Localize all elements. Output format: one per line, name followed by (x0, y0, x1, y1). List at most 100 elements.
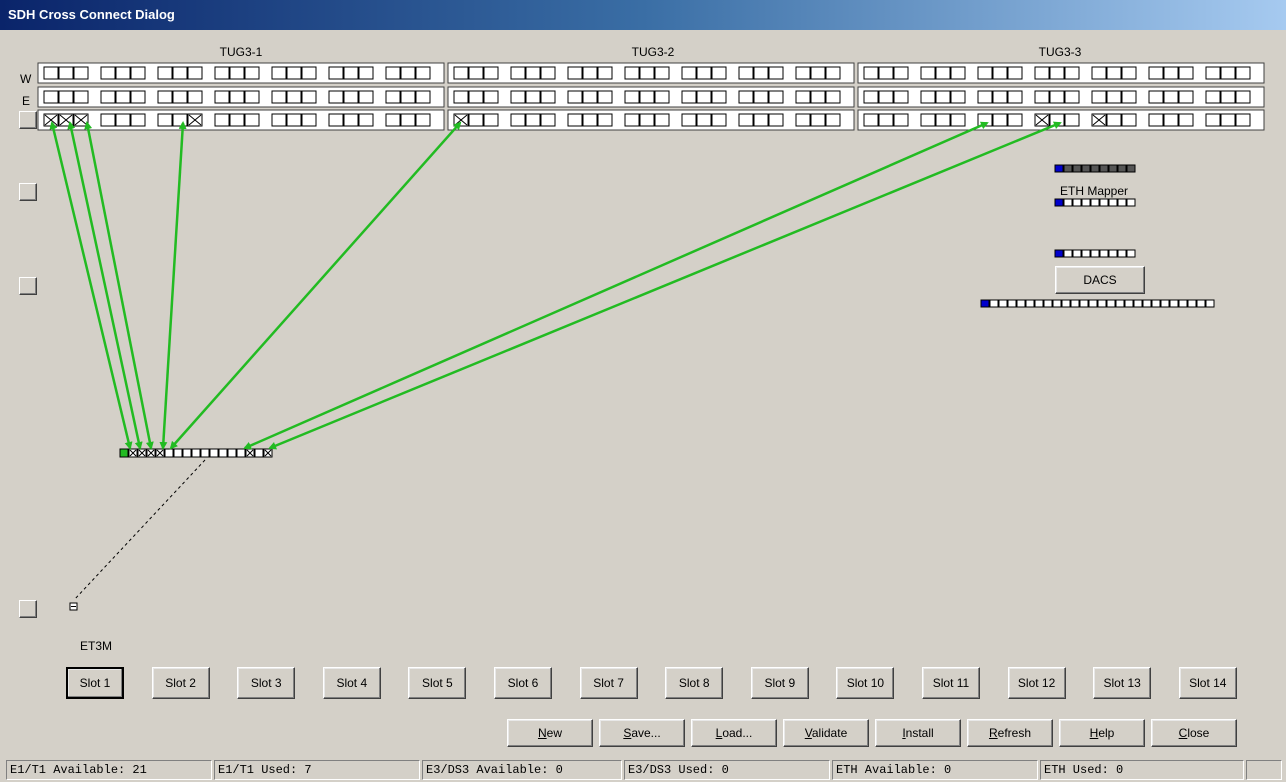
timeslot[interactable] (73, 66, 89, 80)
slot-button-7[interactable]: Slot 7 (579, 667, 638, 699)
timeslot[interactable] (597, 90, 613, 104)
timeslot[interactable] (400, 113, 416, 127)
timeslot[interactable] (920, 113, 936, 127)
cross-connection-arrow[interactable] (243, 121, 989, 450)
eth-mapper-port[interactable] (1117, 164, 1127, 173)
timeslot[interactable] (1034, 66, 1050, 80)
timeslot[interactable] (468, 90, 484, 104)
timeslot[interactable] (343, 90, 359, 104)
eth-mapper-port[interactable] (1072, 198, 1082, 207)
timeslot[interactable] (43, 90, 59, 104)
timeslot[interactable] (893, 66, 909, 80)
card-port[interactable] (227, 448, 237, 458)
dacs-port[interactable] (1097, 299, 1107, 308)
timeslot[interactable] (1049, 66, 1065, 80)
eth-mapper-port[interactable] (1126, 198, 1136, 207)
timeslot[interactable] (286, 113, 302, 127)
timeslot[interactable] (244, 66, 260, 80)
timeslot[interactable] (654, 90, 670, 104)
eth-mapper-port[interactable] (1081, 164, 1091, 173)
dacs-port[interactable] (1187, 299, 1197, 308)
timeslot[interactable] (286, 66, 302, 80)
timeslot[interactable] (696, 90, 712, 104)
timeslot[interactable] (385, 66, 401, 80)
timeslot[interactable] (1163, 113, 1179, 127)
dacs-port[interactable] (1205, 299, 1215, 308)
timeslot[interactable] (1064, 90, 1080, 104)
timeslot[interactable] (582, 66, 598, 80)
dacs-port[interactable] (1115, 299, 1125, 308)
timeslot[interactable] (100, 66, 116, 80)
card-port[interactable] (218, 448, 228, 458)
slot-button-12[interactable]: Slot 12 (1007, 667, 1066, 699)
dacs-port[interactable] (1117, 249, 1127, 258)
timeslot[interactable] (825, 113, 841, 127)
timeslot[interactable] (244, 90, 260, 104)
timeslot[interactable] (795, 113, 811, 127)
eth-mapper-port[interactable] (1072, 164, 1082, 173)
timeslot[interactable] (893, 90, 909, 104)
eth-mapper-port[interactable] (1126, 164, 1136, 173)
timeslot[interactable] (510, 90, 526, 104)
timeslot[interactable] (400, 66, 416, 80)
timeslot[interactable] (1007, 66, 1023, 80)
dacs-port[interactable] (989, 299, 999, 308)
slot-button-8[interactable]: Slot 8 (665, 667, 724, 699)
timeslot[interactable] (878, 113, 894, 127)
timeslot[interactable] (696, 113, 712, 127)
timeslot[interactable] (1163, 66, 1179, 80)
timeslot[interactable] (301, 113, 317, 127)
timeslot[interactable] (768, 113, 784, 127)
dacs-port[interactable] (1124, 299, 1134, 308)
timeslot[interactable] (950, 113, 966, 127)
dacs-port[interactable] (1034, 299, 1044, 308)
timeslot[interactable] (1178, 90, 1194, 104)
timeslot[interactable] (624, 90, 640, 104)
timeslot[interactable] (540, 66, 556, 80)
timeslot[interactable] (1235, 113, 1251, 127)
timeslot[interactable] (992, 113, 1008, 127)
timeslot[interactable] (400, 90, 416, 104)
card-port-active[interactable] (119, 448, 129, 458)
timeslot[interactable] (950, 66, 966, 80)
eth-mapper-port[interactable] (1090, 198, 1100, 207)
timeslot[interactable] (582, 90, 598, 104)
card-port[interactable] (236, 448, 246, 458)
timeslot[interactable] (753, 113, 769, 127)
timeslot[interactable] (1007, 113, 1023, 127)
cross-connection-arrow[interactable] (268, 121, 1062, 450)
timeslot[interactable] (597, 66, 613, 80)
dacs-port[interactable] (1196, 299, 1206, 308)
timeslot[interactable] (214, 113, 230, 127)
timeslot[interactable] (58, 66, 74, 80)
timeslot[interactable] (753, 66, 769, 80)
timeslot[interactable] (696, 66, 712, 80)
eth-mapper-port[interactable] (1081, 198, 1091, 207)
slot-button-9[interactable]: Slot 9 (750, 667, 809, 699)
dacs-port[interactable] (1061, 299, 1071, 308)
timeslot[interactable] (1148, 90, 1164, 104)
timeslot[interactable] (385, 113, 401, 127)
timeslot[interactable] (950, 90, 966, 104)
timeslot[interactable] (130, 66, 146, 80)
timeslot[interactable] (525, 66, 541, 80)
dacs-port[interactable] (1016, 299, 1026, 308)
timeslot[interactable] (878, 66, 894, 80)
timeslot[interactable] (1163, 90, 1179, 104)
slot-button-5[interactable]: Slot 5 (408, 667, 467, 699)
timeslot[interactable] (863, 66, 879, 80)
timeslot[interactable] (935, 90, 951, 104)
timeslot[interactable] (1220, 66, 1236, 80)
dacs-port[interactable] (1063, 249, 1073, 258)
timeslot[interactable] (100, 90, 116, 104)
timeslot[interactable] (863, 90, 879, 104)
slot-button-2[interactable]: Slot 2 (151, 667, 210, 699)
timeslot[interactable] (825, 66, 841, 80)
install-button[interactable]: Install (875, 719, 961, 747)
dacs-port[interactable] (1151, 299, 1161, 308)
timeslot[interactable] (1106, 66, 1122, 80)
timeslot[interactable] (753, 90, 769, 104)
slot-button-10[interactable]: Slot 10 (836, 667, 895, 699)
timeslot[interactable] (1064, 113, 1080, 127)
eth-mapper-port[interactable] (1108, 198, 1118, 207)
